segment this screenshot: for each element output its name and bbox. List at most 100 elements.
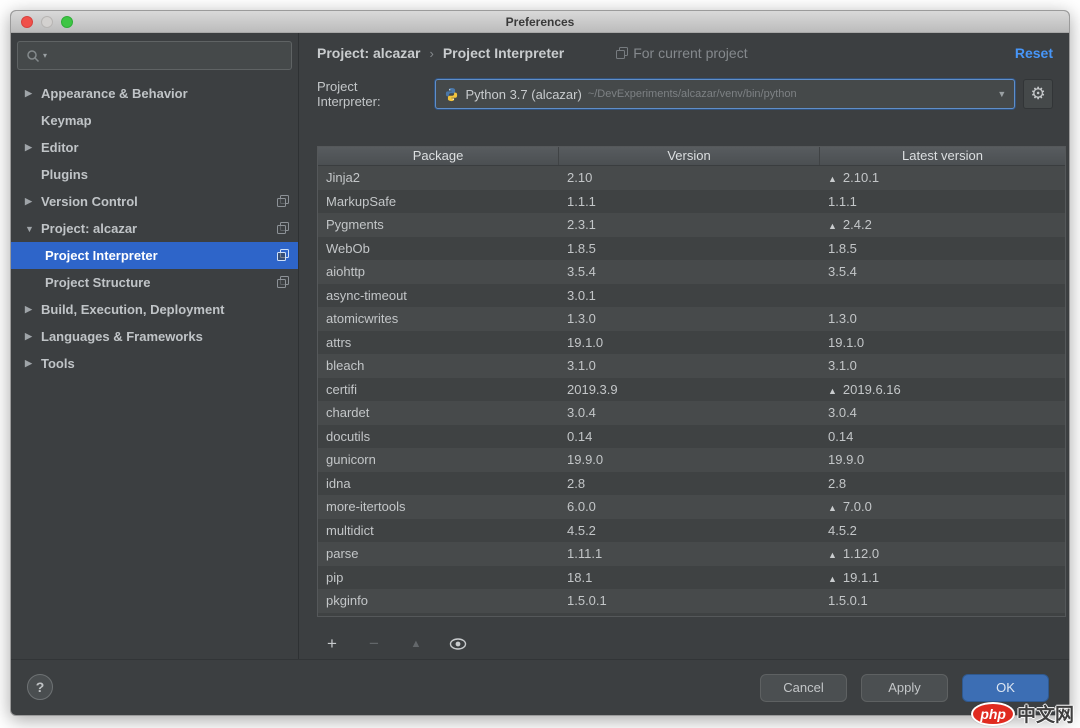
table-row-bleach[interactable]: bleach3.1.03.1.0 (318, 354, 1065, 378)
package-name: pkginfo (318, 593, 559, 608)
table-row-aiohttp[interactable]: aiohttp3.5.43.5.4 (318, 260, 1065, 284)
watermark: php 中文网 (971, 700, 1074, 727)
breadcrumb: Project: alcazar › Project Interpreter F… (317, 41, 1053, 65)
column-header-version[interactable]: Version (559, 147, 820, 165)
table-row-jinja2[interactable]: Jinja22.10▲2.10.1 (318, 166, 1065, 190)
table-row-parse[interactable]: parse1.11.1▲1.12.0 (318, 542, 1065, 566)
apply-button[interactable]: Apply (861, 674, 948, 702)
sidebar-item-project-structure[interactable]: Project Structure (11, 269, 298, 296)
reset-link[interactable]: Reset (1015, 45, 1053, 61)
chevron-right-icon[interactable]: ▶ (25, 142, 41, 153)
remove-package-button: − (363, 633, 385, 655)
sidebar-item-tools[interactable]: ▶Tools (11, 350, 298, 377)
table-row-gunicorn[interactable]: gunicorn19.9.019.9.0 (318, 448, 1065, 472)
package-latest-version: 4.5.2 (820, 523, 1065, 538)
ok-button[interactable]: OK (962, 674, 1049, 702)
table-row-certifi[interactable]: certifi2019.3.9▲2019.6.16 (318, 378, 1065, 402)
package-version: 3.0.4 (559, 405, 820, 420)
sidebar-item-label: Keymap (41, 113, 92, 128)
sidebar-item-keymap[interactable]: Keymap (11, 107, 298, 134)
chevron-down-icon: ▼ (993, 89, 1006, 99)
interpreter-select[interactable]: Python 3.7 (alcazar) ~/DevExperiments/al… (435, 79, 1015, 109)
minimize-window-button[interactable] (41, 16, 53, 28)
package-name: multidict (318, 523, 559, 538)
column-header-package[interactable]: Package (318, 147, 559, 165)
package-version: 0.14 (559, 429, 820, 444)
interpreter-path: ~/DevExperiments/alcazar/venv/bin/python (588, 88, 988, 100)
eye-icon (449, 637, 467, 651)
package-version: 18.1 (559, 570, 820, 585)
interpreter-name: Python 3.7 (alcazar) (465, 87, 581, 102)
package-latest-version: 1.8.5 (820, 241, 1065, 256)
sidebar-item-label: Build, Execution, Deployment (41, 302, 224, 317)
column-header-latest-version[interactable]: Latest version (820, 147, 1065, 165)
table-row-attrs[interactable]: attrs19.1.019.1.0 (318, 331, 1065, 355)
cancel-button[interactable]: Cancel (760, 674, 847, 702)
package-name: atomicwrites (318, 311, 559, 326)
upgrade-arrow-icon: ▲ (828, 550, 837, 560)
sidebar-item-label: Version Control (41, 194, 138, 209)
package-latest-version: 1.5.0.1 (820, 593, 1065, 608)
project-scope-icon (277, 276, 289, 291)
table-row-webob[interactable]: WebOb1.8.51.8.5 (318, 237, 1065, 261)
watermark-text: 中文网 (1017, 700, 1074, 727)
sidebar-item-build-execution-deployment[interactable]: ▶Build, Execution, Deployment (11, 296, 298, 323)
settings-search-field[interactable]: ▾ (17, 41, 292, 70)
show-early-releases-button[interactable] (447, 633, 469, 655)
traffic-lights (21, 16, 73, 28)
project-scope-icon (277, 249, 289, 264)
package-toolbar: +−▲ (321, 633, 469, 655)
help-button[interactable]: ? (27, 674, 53, 700)
table-row-docutils[interactable]: docutils0.140.14 (318, 425, 1065, 449)
table-row-pkginfo[interactable]: pkginfo1.5.0.11.5.0.1 (318, 589, 1065, 613)
sidebar-item-label: Project: alcazar (41, 221, 137, 236)
package-version: 19.1.0 (559, 335, 820, 350)
chevron-right-icon[interactable]: ▶ (25, 88, 41, 99)
sidebar-item-label: Editor (41, 140, 79, 155)
table-row-chardet[interactable]: chardet3.0.43.0.4 (318, 401, 1065, 425)
table-row-idna[interactable]: idna2.82.8 (318, 472, 1065, 496)
chevron-right-icon[interactable]: ▶ (25, 358, 41, 369)
interpreter-settings-button[interactable]: ⚙ (1023, 79, 1053, 109)
package-version: 3.1.0 (559, 358, 820, 373)
chevron-right-icon[interactable]: ▶ (25, 331, 41, 342)
package-version: 3.0.1 (559, 288, 820, 303)
table-row-multidict[interactable]: multidict4.5.24.5.2 (318, 519, 1065, 543)
sidebar-item-project-interpreter[interactable]: Project Interpreter (11, 242, 298, 269)
package-version: 2.8 (559, 476, 820, 491)
table-row-pluggy[interactable]: pluggy0.9.0▲0.12.0 (318, 613, 1065, 618)
chevron-down-icon[interactable]: ▼ (25, 224, 41, 234)
table-row-markupsafe[interactable]: MarkupSafe1.1.11.1.1 (318, 190, 1065, 214)
breadcrumb-project[interactable]: Project: alcazar (317, 45, 421, 61)
gear-icon: ⚙ (1031, 84, 1046, 104)
zoom-window-button[interactable] (61, 16, 73, 28)
package-latest-version: ▲2.10.1 (820, 170, 1065, 185)
package-version: 2.10 (559, 170, 820, 185)
package-name: bleach (318, 358, 559, 373)
upgrade-arrow-icon: ▲ (828, 221, 837, 231)
package-latest-version: ▲2.4.2 (820, 217, 1065, 232)
package-latest-version: 2.8 (820, 476, 1065, 491)
table-row-pip[interactable]: pip18.1▲19.1.1 (318, 566, 1065, 590)
sidebar-item-version-control[interactable]: ▶Version Control (11, 188, 298, 215)
project-scope-icon (277, 195, 289, 210)
sidebar-item-plugins[interactable]: Plugins (11, 161, 298, 188)
project-scope-icon (616, 47, 628, 59)
dialog-footer: ? Cancel Apply OK (11, 659, 1069, 715)
sidebar-item-editor[interactable]: ▶Editor (11, 134, 298, 161)
package-latest-version: ▲1.12.0 (820, 546, 1065, 561)
chevron-right-icon[interactable]: ▶ (25, 196, 41, 207)
sidebar-item-languages-frameworks[interactable]: ▶Languages & Frameworks (11, 323, 298, 350)
package-name: docutils (318, 429, 559, 444)
table-row-async-timeout[interactable]: async-timeout3.0.1 (318, 284, 1065, 308)
table-row-atomicwrites[interactable]: atomicwrites1.3.01.3.0 (318, 307, 1065, 331)
chevron-right-icon[interactable]: ▶ (25, 304, 41, 315)
sidebar-item-appearance-behavior[interactable]: ▶Appearance & Behavior (11, 80, 298, 107)
package-name: idna (318, 476, 559, 491)
table-row-pygments[interactable]: Pygments2.3.1▲2.4.2 (318, 213, 1065, 237)
package-name: chardet (318, 405, 559, 420)
add-package-button[interactable]: + (321, 633, 343, 655)
close-window-button[interactable] (21, 16, 33, 28)
sidebar-item-project-alcazar[interactable]: ▼Project: alcazar (11, 215, 298, 242)
table-row-more-itertools[interactable]: more-itertools6.0.0▲7.0.0 (318, 495, 1065, 519)
